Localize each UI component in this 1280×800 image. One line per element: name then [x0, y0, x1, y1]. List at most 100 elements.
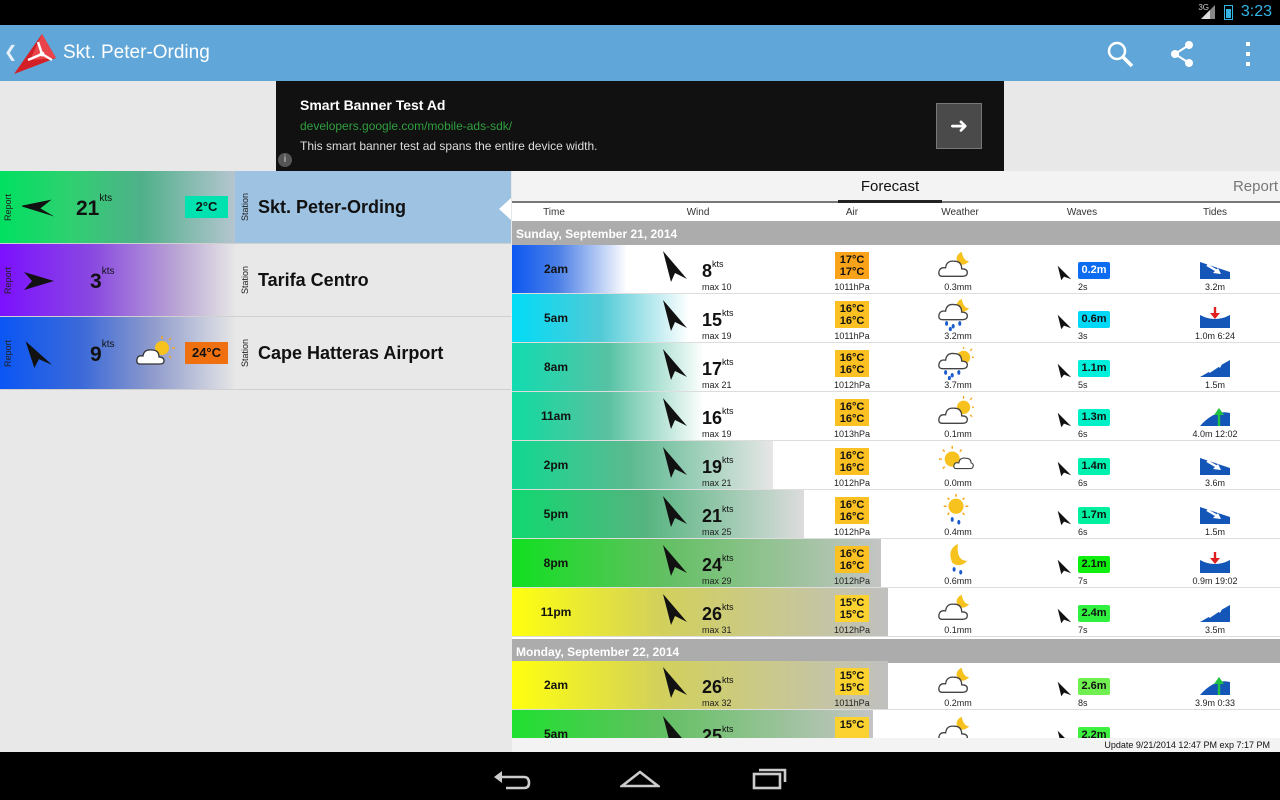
precipitation: 0.6mm	[944, 576, 972, 586]
wave-height-badge: 1.3m	[1078, 409, 1110, 426]
station-row[interactable]: Report 9kts 24°C Station Cape Hatteras A…	[0, 317, 511, 390]
air-temperature-badge: 17°C 17°C	[835, 252, 869, 279]
forecast-wind-max: max 21	[702, 380, 732, 390]
wave-height-badge: 1.7m	[1078, 507, 1110, 524]
forecast-time: 2am	[543, 262, 569, 276]
wind-arrow-icon	[663, 667, 687, 698]
station-wind-speed: 9kts	[90, 339, 115, 366]
air-temperature-badge: 16°C 16°C	[835, 448, 869, 475]
air-pressure: 1012hPa	[833, 576, 871, 586]
forecast-row[interactable]: 5am 15kts max 19 16°C 16°C 1011hPa 3.2mm 0.6m 3s…	[512, 294, 1280, 343]
tide-value: 3.6m	[1204, 478, 1225, 488]
partly-sunny-icon	[938, 395, 974, 424]
forecast-wind-max: max 10	[702, 282, 732, 292]
arrow-right-icon[interactable]: ➜	[936, 103, 982, 149]
overflow-menu-icon[interactable]	[1233, 39, 1263, 69]
station-temperature: 24°C	[185, 342, 228, 364]
rain-moon-icon	[938, 298, 970, 331]
wave-height-badge: 2.1m	[1078, 556, 1110, 573]
wave-direction-icon	[1057, 363, 1072, 379]
app-logo-icon[interactable]	[12, 30, 60, 78]
station-row[interactable]: Report 3kts Station Tarifa Centro	[0, 244, 511, 317]
info-icon[interactable]: i	[278, 153, 292, 167]
forecast-row[interactable]: 2am 26kts max 32 15°C 15°C 1011hPa 0.2mm 2.6m 8s…	[512, 661, 1280, 710]
wave-height-badge: 2.6m	[1078, 678, 1110, 695]
station-list: Report 21kts 2°C Station Skt. Peter-Ordi…	[0, 171, 511, 752]
forecast-time: 8am	[543, 360, 569, 374]
precipitation: 0.1mm	[944, 625, 972, 635]
update-timestamp: Update 9/21/2014 12:47 PM exp 7:17 PM	[512, 738, 1280, 752]
forecast-row[interactable]: 8am 17kts max 21 16°C 16°C 1012hPa 3.7mm 1.1m 5s…	[512, 343, 1280, 392]
tab-forecast[interactable]: Forecast	[838, 178, 942, 195]
air-temperature-badge: 15°C 15°C	[835, 668, 869, 695]
forecast-row[interactable]: 11am 16kts max 19 16°C 16°C 1013hPa 0.1mm 1.3m 6…	[512, 392, 1280, 441]
air-temperature-badge: 15°C 15°C	[835, 595, 869, 622]
wave-height-badge: 1.1m	[1078, 360, 1110, 377]
wind-arrow-icon	[663, 251, 687, 282]
forecast-wind-max: max 19	[702, 429, 732, 439]
wind-arrow-icon	[663, 398, 687, 429]
forecast-time: 2pm	[543, 458, 569, 472]
wave-direction-icon	[1057, 461, 1072, 477]
ad-url[interactable]: developers.google.com/mobile-ads-sdk/	[300, 119, 512, 133]
forecast-wind-max: max 32	[702, 698, 732, 708]
home-icon[interactable]	[620, 764, 660, 790]
forecast-wind-max: max 25	[702, 527, 732, 537]
column-header-weather: Weather	[941, 207, 979, 218]
air-temperature-badge: 16°C 16°C	[835, 546, 869, 573]
forecast-row[interactable]: 2am 8kts max 10 17°C 17°C 1011hPa 0.3mm 0.2m 2s 3…	[512, 245, 1280, 294]
wind-arrow-icon	[663, 496, 687, 527]
back-icon[interactable]	[492, 764, 532, 790]
wave-height-badge: 0.2m	[1078, 262, 1110, 279]
station-kind-label: Station	[240, 192, 250, 221]
forecast-row[interactable]: 8pm 24kts max 29 16°C 16°C 1012hPa 0.6mm 2.1m 7s…	[512, 539, 1280, 588]
day-header: Monday, September 22, 2014	[512, 639, 1280, 663]
navigation-bar	[0, 752, 1280, 800]
wave-direction-icon	[1057, 412, 1072, 428]
search-icon[interactable]	[1105, 39, 1135, 69]
ad-banner[interactable]: Smart Banner Test Ad developers.google.c…	[276, 81, 1004, 171]
status-bar: 3G 3:23	[0, 0, 1280, 25]
precipitation: 0.1mm	[944, 429, 972, 439]
forecast-wind-max: max 31	[702, 625, 732, 635]
forecast-wind-speed: 26kts	[702, 675, 734, 697]
forecast-row[interactable]: 11pm 26kts max 31 15°C 15°C 1012hPa 0.1mm 2.4m 7…	[512, 588, 1280, 637]
station-temperature: 2°C	[185, 196, 228, 218]
column-header-air: Air	[845, 207, 859, 218]
forecast-row[interactable]: 2pm 19kts max 21 16°C 16°C 1012hPa 0.0mm 1.4m 6s…	[512, 441, 1280, 490]
forecast-wind-max: max 21	[702, 478, 732, 488]
air-temperature-badge: 16°C 16°C	[835, 350, 869, 377]
wave-period: 2s	[1078, 282, 1088, 292]
air-pressure: 1013hPa	[833, 429, 871, 439]
wave-direction-icon	[1057, 559, 1072, 575]
forecast-row[interactable]: 5pm 21kts max 25 16°C 16°C 1012hPa 0.4mm 1.7m 6s…	[512, 490, 1280, 539]
day-header: Sunday, September 21, 2014	[512, 221, 1280, 245]
precipitation: 3.7mm	[944, 380, 972, 390]
forecast-time: 5pm	[543, 507, 569, 521]
precipitation: 0.2mm	[944, 698, 972, 708]
wind-arrow-icon	[663, 349, 687, 380]
station-name: Cape Hatteras Airport	[258, 343, 444, 363]
wave-height-badge: 1.4m	[1078, 458, 1110, 475]
station-name: Tarifa Centro	[258, 270, 369, 290]
forecast-time: 2am	[543, 678, 569, 692]
forecast-time: 8pm	[543, 556, 569, 570]
tab-report[interactable]: Report	[1233, 178, 1278, 195]
wind-arrow-icon	[663, 594, 687, 625]
forecast-wind-max: max 19	[702, 331, 732, 341]
share-icon[interactable]	[1168, 39, 1198, 69]
air-temperature-badge: 16°C 16°C	[835, 399, 869, 426]
station-kind-label: Station	[240, 265, 250, 294]
report-label: Report	[3, 193, 13, 221]
tide-falling-icon	[1200, 262, 1230, 279]
recents-icon[interactable]	[750, 764, 790, 790]
tide-value: 1.5m	[1204, 527, 1225, 537]
air-pressure: 1012hPa	[833, 380, 871, 390]
air-temperature-badge: 16°C 16°C	[835, 301, 869, 328]
wave-direction-icon	[1057, 608, 1072, 624]
wind-arrow-icon	[22, 199, 55, 217]
sun-cloud-icon	[939, 445, 974, 470]
selection-pointer	[499, 198, 511, 220]
station-row[interactable]: Report 21kts 2°C Station Skt. Peter-Ordi…	[0, 171, 511, 244]
air-pressure: 1011hPa	[834, 282, 870, 292]
